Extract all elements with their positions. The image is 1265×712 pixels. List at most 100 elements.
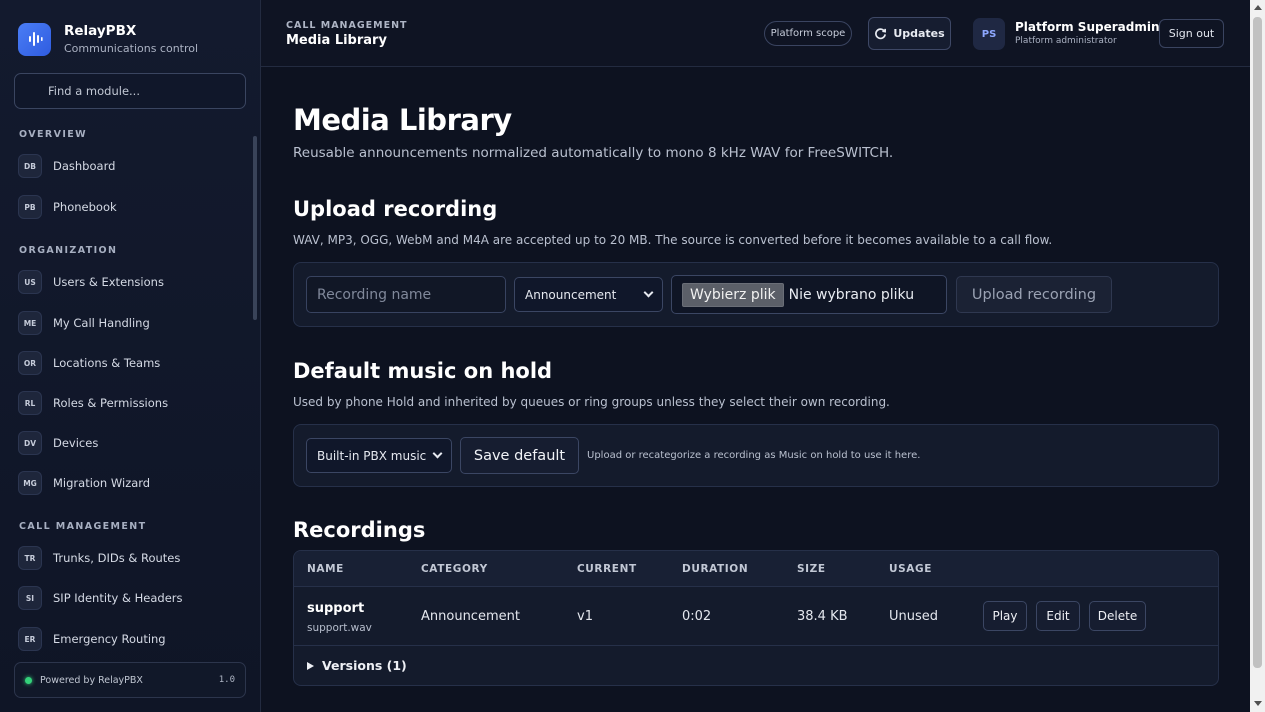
refresh-icon [875, 28, 887, 40]
call-handling-icon: ME [18, 311, 42, 335]
sidebar-item-label: Migration Wizard [53, 476, 151, 490]
devices-icon: DV [18, 431, 42, 455]
sidebar-item-label: Trunks, DIDs & Routes [53, 551, 181, 565]
roles-icon: RL [18, 391, 42, 415]
column-header-size[interactable]: SIZE [797, 563, 826, 575]
file-input[interactable]: Wybierz plik Nie wybrano pliku [671, 275, 947, 314]
migration-icon: MG [18, 471, 42, 495]
sidebar-item-dashboard[interactable]: DB Dashboard [18, 154, 246, 178]
sidebar-scrollbar[interactable] [252, 126, 257, 656]
table-row: support support.wav Announcement v1 0:02… [294, 587, 1218, 646]
upload-section-title: Upload recording [293, 197, 498, 221]
brand-subtitle: Communications control [64, 42, 199, 55]
moh-hint: Upload or recategorize a recording as Mu… [587, 450, 921, 461]
chevron-down-icon [432, 448, 443, 459]
recording-current: v1 [577, 609, 593, 624]
section-title-overview: OVERVIEW [19, 129, 88, 140]
category-select[interactable]: Announcement [514, 277, 663, 312]
versions-label: Versions (1) [322, 658, 407, 673]
page-title: Media Library [293, 103, 512, 137]
scroll-up-icon[interactable] [1254, 5, 1262, 10]
sidebar-item-label: Dashboard [53, 159, 116, 173]
sign-out-button[interactable]: Sign out [1159, 19, 1224, 48]
brand[interactable]: RelayPBX Communications control [18, 21, 198, 57]
recordings-section-title: Recordings [293, 518, 426, 542]
sidebar-item-devices[interactable]: DV Devices [18, 431, 246, 455]
choose-file-button[interactable]: Wybierz plik [682, 282, 784, 307]
phonebook-icon: PB [18, 195, 42, 219]
sidebar-scroll-thumb[interactable] [253, 136, 257, 320]
moh-section-title: Default music on hold [293, 359, 553, 383]
edit-button[interactable]: Edit [1036, 601, 1080, 631]
emergency-icon: ER [18, 627, 42, 651]
users-icon: US [18, 270, 42, 294]
versions-toggle[interactable]: Versions (1) [307, 658, 407, 673]
sidebar-item-phonebook[interactable]: PB Phonebook [18, 195, 246, 219]
sidebar-item-migration[interactable]: MG Migration Wizard [18, 471, 246, 495]
locations-icon: OR [18, 351, 42, 375]
sidebar-item-label: My Call Handling [53, 316, 150, 330]
category-select-value: Announcement [525, 287, 617, 302]
topbar: CALL MANAGEMENT Media Library Platform s… [261, 0, 1250, 67]
updates-label: Updates [893, 27, 945, 40]
breadcrumb-section: CALL MANAGEMENT [286, 20, 408, 31]
recording-usage: Unused [889, 609, 939, 624]
sidebar-item-emergency[interactable]: ER Emergency Routing [18, 627, 246, 651]
powered-by-footer: Powered by RelayPBX 1.0 [14, 662, 246, 698]
sidebar-item-locations[interactable]: OR Locations & Teams [18, 351, 246, 375]
recording-file: support.wav [307, 622, 372, 634]
user-name: Platform Superadmin [1015, 20, 1160, 34]
recording-category: Announcement [421, 609, 520, 624]
sidebar-item-my-call-handling[interactable]: ME My Call Handling [18, 311, 246, 335]
waveform-logo-icon [18, 22, 51, 56]
scroll-down-icon[interactable] [1254, 701, 1262, 706]
column-header-category[interactable]: CATEGORY [421, 563, 488, 575]
disclosure-triangle-icon [307, 661, 314, 670]
platform-scope-badge[interactable]: Platform scope [764, 21, 852, 46]
page-scrollbar[interactable] [1250, 0, 1265, 712]
sidebar-item-label: Emergency Routing [53, 632, 166, 646]
upload-recording-button[interactable]: Upload recording [956, 276, 1112, 313]
upload-section-desc: WAV, MP3, OGG, WebM and M4A are accepted… [293, 233, 1053, 247]
recording-name-input[interactable] [306, 276, 506, 313]
avatar[interactable]: PS [973, 18, 1005, 50]
delete-button[interactable]: Delete [1089, 601, 1146, 631]
user-role: Platform administrator [1015, 36, 1117, 46]
breadcrumb-title: Media Library [286, 33, 387, 48]
recording-name: support [307, 601, 365, 616]
sidebar-item-label: Users & Extensions [53, 275, 164, 289]
brand-name: RelayPBX [64, 23, 137, 39]
moh-panel: Built-in PBX music Save default Upload o… [293, 424, 1219, 487]
sidebar-item-users[interactable]: US Users & Extensions [18, 270, 246, 294]
page-subtitle: Reusable announcements normalized automa… [293, 145, 894, 161]
sip-identity-icon: SI [18, 586, 42, 610]
column-header-usage[interactable]: USAGE [889, 563, 932, 575]
moh-section-desc: Used by phone Hold and inherited by queu… [293, 395, 890, 409]
sidebar: RelayPBX Communications control OVERVIEW… [0, 0, 261, 712]
section-title-organization: ORGANIZATION [19, 245, 118, 256]
upload-panel: Announcement Wybierz plik Nie wybrano pl… [293, 262, 1219, 327]
column-header-duration[interactable]: DURATION [682, 563, 748, 575]
powered-by-label: Powered by RelayPBX [40, 674, 143, 686]
status-dot-icon [25, 676, 32, 684]
recording-size: 38.4 KB [797, 609, 848, 624]
moh-select-value: Built-in PBX music [317, 448, 427, 463]
sidebar-item-trunks[interactable]: TR Trunks, DIDs & Routes [18, 546, 246, 570]
version-label: 1.0 [218, 675, 235, 685]
sidebar-nav: OVERVIEW DB Dashboard PB Phonebook ORGAN… [0, 118, 250, 658]
recording-duration: 0:02 [682, 609, 712, 624]
sidebar-item-roles[interactable]: RL Roles & Permissions [18, 391, 246, 415]
page-scroll-thumb[interactable] [1253, 17, 1262, 668]
column-header-current[interactable]: CURRENT [577, 563, 637, 575]
sidebar-item-label: Devices [53, 436, 99, 450]
recordings-table: NAME CATEGORY CURRENT DURATION SIZE USAG… [293, 550, 1219, 686]
column-header-name[interactable]: NAME [307, 563, 344, 575]
updates-button[interactable]: Updates [868, 17, 951, 50]
trunks-icon: TR [18, 546, 42, 570]
sidebar-item-sip-identity[interactable]: SI SIP Identity & Headers [18, 586, 246, 610]
save-default-button[interactable]: Save default [460, 437, 579, 474]
module-search-input[interactable] [14, 73, 246, 109]
moh-select[interactable]: Built-in PBX music [306, 438, 452, 473]
play-button[interactable]: Play [983, 601, 1027, 631]
sidebar-item-label: Locations & Teams [53, 356, 161, 370]
